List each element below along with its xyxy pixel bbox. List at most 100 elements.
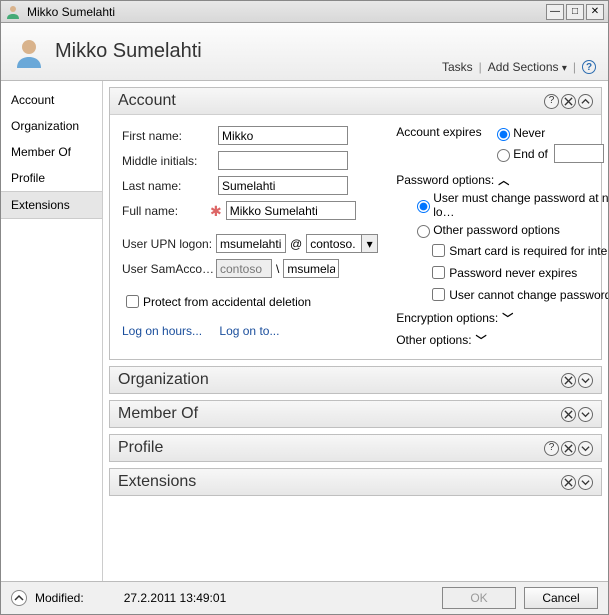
other-options-label: Other options:	[396, 333, 471, 347]
logon-links: Log on hours... Log on to...	[122, 324, 378, 338]
expires-label: Account expires	[396, 125, 492, 139]
other-pw-radio[interactable]	[417, 225, 430, 238]
chevron-down-icon[interactable]: ﹀	[502, 310, 513, 326]
sam-label: User SamAcco…	[122, 262, 216, 276]
account-left-col: First name: Middle initials: Last name:	[122, 125, 378, 351]
sidebar-item-organization[interactable]: Organization	[1, 113, 102, 139]
window: Mikko Sumelahti — □ ✕ Mikko Sumelahti Ta…	[0, 0, 609, 615]
sam-user-input[interactable]	[283, 259, 339, 278]
sidebar-item-account[interactable]: Account	[1, 87, 102, 113]
cannot-change-label: User cannot change password	[449, 288, 608, 302]
section-header-extensions[interactable]: Extensions	[110, 469, 601, 495]
backslash: \	[276, 262, 279, 276]
section-help-icon[interactable]: ?	[544, 94, 559, 109]
chevron-down-icon: ▾	[562, 63, 567, 74]
never-expires-checkbox[interactable]	[432, 266, 445, 279]
last-name-input[interactable]	[218, 176, 348, 195]
upn-domain-dropdown[interactable]: ▾	[306, 234, 378, 253]
never-radio[interactable]	[497, 128, 510, 141]
chevron-down-icon[interactable]: ﹀	[476, 332, 487, 348]
section-expand-icon[interactable]	[578, 475, 593, 490]
close-button[interactable]: ✕	[586, 4, 604, 20]
section-title: Account	[118, 92, 544, 110]
section-memberof: Member Of	[109, 400, 602, 428]
avatar-icon	[13, 36, 45, 68]
add-sections-link[interactable]: Add Sections ▾	[488, 60, 567, 74]
at-symbol: @	[290, 237, 302, 251]
section-expand-icon[interactable]	[578, 407, 593, 422]
section-header-account: Account ?	[110, 88, 601, 115]
modified-label: Modified:	[35, 591, 84, 605]
sidebar-item-profile[interactable]: Profile	[1, 165, 102, 191]
enc-options-label: Encryption options:	[396, 311, 498, 325]
pw-options-label: Password options:	[396, 173, 494, 187]
section-header-memberof[interactable]: Member Of	[110, 401, 601, 427]
chevron-up-icon[interactable]: ︿	[498, 172, 509, 188]
section-organization: Organization	[109, 366, 602, 394]
upn-label: User UPN logon:	[122, 237, 216, 251]
ok-button[interactable]: OK	[442, 587, 516, 609]
never-label: Never	[513, 126, 545, 140]
help-icon[interactable]: ?	[582, 60, 596, 74]
smartcard-checkbox[interactable]	[432, 244, 445, 257]
header-actions: Tasks | Add Sections ▾ | ?	[442, 60, 596, 74]
endof-radio[interactable]	[497, 149, 510, 162]
middle-label: Middle initials:	[122, 154, 206, 168]
full-name-label: Full name:	[122, 204, 206, 218]
never-expires-label: Password never expires	[449, 266, 577, 280]
tasks-link[interactable]: Tasks	[442, 60, 473, 74]
sidebar-item-extensions[interactable]: Extensions	[1, 191, 102, 219]
content: Account ? First n	[103, 81, 608, 581]
section-close-icon[interactable]	[561, 441, 576, 456]
smartcard-label: Smart card is required for interactiv…	[449, 244, 608, 258]
dropdown-icon[interactable]: ▾	[361, 235, 377, 252]
body: Account Organization Member Of Profile E…	[1, 81, 608, 581]
cancel-button[interactable]: Cancel	[524, 587, 598, 609]
protect-label: Protect from accidental deletion	[143, 295, 311, 309]
logon-to-link[interactable]: Log on to...	[219, 324, 279, 338]
page-title: Mikko Sumelahti	[55, 40, 202, 63]
first-name-input[interactable]	[218, 126, 348, 145]
other-pw-label: Other password options	[433, 223, 560, 237]
separator: |	[573, 60, 576, 74]
cannot-change-checkbox[interactable]	[432, 288, 445, 301]
header: Mikko Sumelahti Tasks | Add Sections ▾ |…	[1, 23, 608, 81]
section-profile: Profile ?	[109, 434, 602, 462]
window-title: Mikko Sumelahti	[25, 5, 544, 19]
section-close-icon[interactable]	[561, 373, 576, 388]
sam-domain-input	[216, 259, 272, 278]
section-collapse-icon[interactable]	[578, 94, 593, 109]
middle-input[interactable]	[218, 151, 348, 170]
account-right-col: Account expires Never End of	[396, 125, 608, 351]
section-close-icon[interactable]	[561, 407, 576, 422]
first-name-label: First name:	[122, 129, 206, 143]
must-change-radio[interactable]	[417, 200, 430, 213]
section-close-icon[interactable]	[561, 94, 576, 109]
section-help-icon[interactable]: ?	[544, 441, 559, 456]
scroll-up-icon[interactable]	[11, 590, 27, 606]
endof-date-input[interactable]	[554, 144, 604, 163]
upn-domain-value[interactable]	[307, 235, 361, 252]
modified-value: 27.2.2011 13:49:01	[124, 591, 227, 605]
logon-hours-link[interactable]: Log on hours...	[122, 324, 202, 338]
section-expand-icon[interactable]	[578, 373, 593, 388]
sidebar-item-member-of[interactable]: Member Of	[1, 139, 102, 165]
section-account: Account ? First n	[109, 87, 602, 360]
section-expand-icon[interactable]	[578, 441, 593, 456]
separator: |	[479, 60, 482, 74]
section-close-icon[interactable]	[561, 475, 576, 490]
section-header-organization[interactable]: Organization	[110, 367, 601, 393]
section-header-profile[interactable]: Profile ?	[110, 435, 601, 461]
user-icon	[5, 4, 21, 20]
footer: Modified: 27.2.2011 13:49:01 OK Cancel	[1, 581, 608, 614]
full-name-input[interactable]	[226, 201, 356, 220]
protect-checkbox[interactable]	[126, 295, 139, 308]
minimize-button[interactable]: —	[546, 4, 564, 20]
must-change-label: User must change password at next lo…	[433, 191, 608, 219]
section-extensions: Extensions	[109, 468, 602, 496]
sidebar: Account Organization Member Of Profile E…	[1, 81, 103, 581]
titlebar: Mikko Sumelahti — □ ✕	[1, 1, 608, 23]
upn-user-input[interactable]	[216, 234, 286, 253]
maximize-button[interactable]: □	[566, 4, 584, 20]
section-body-account: First name: Middle initials: Last name:	[110, 115, 601, 359]
